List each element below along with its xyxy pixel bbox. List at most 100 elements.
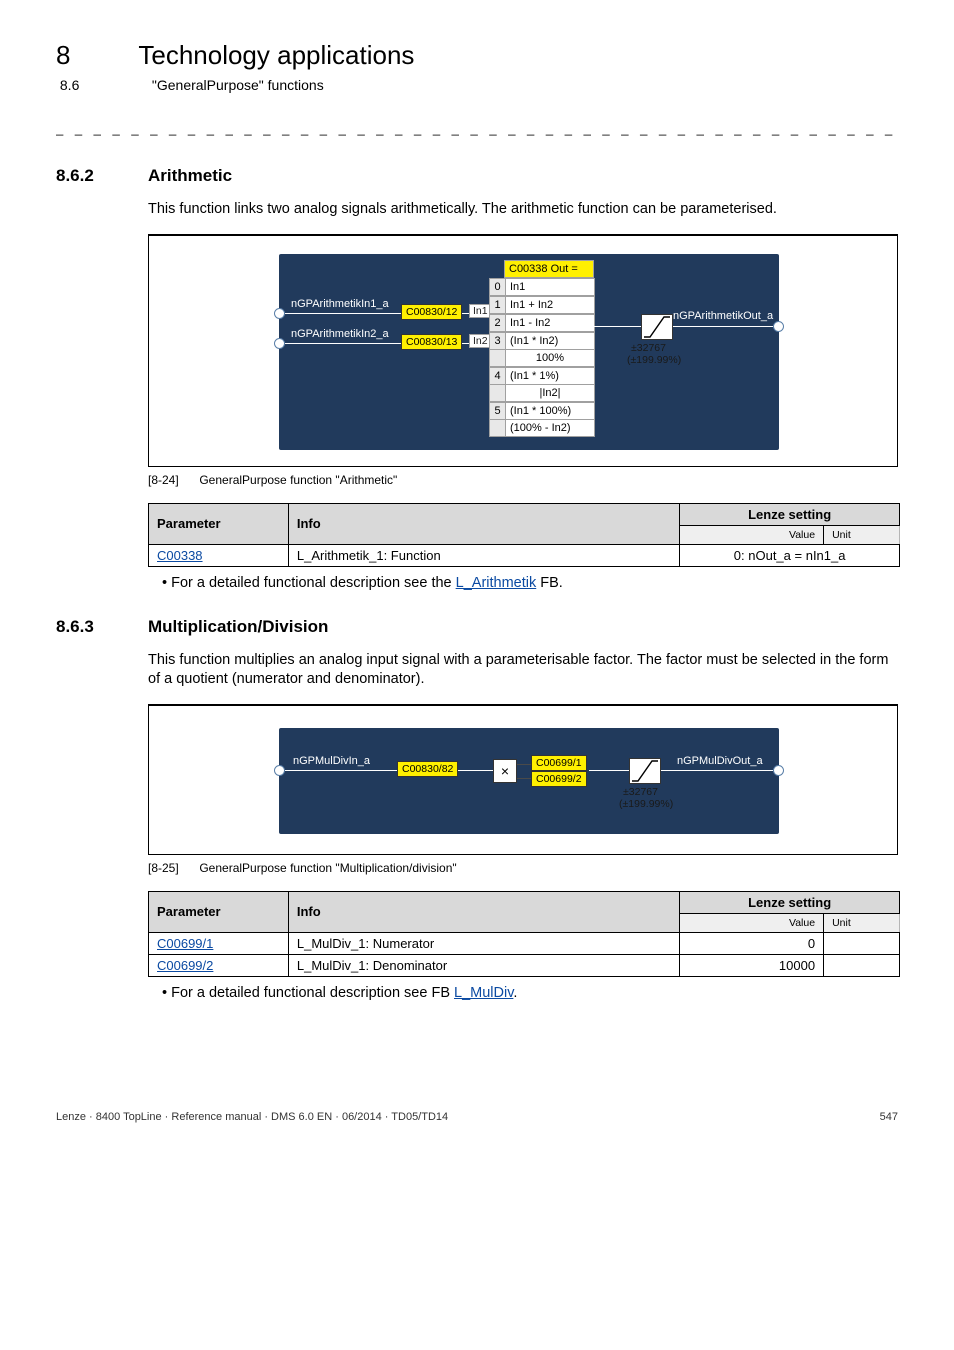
figure-caption-num: [8-25]: [148, 861, 196, 875]
param-link[interactable]: C00338: [149, 544, 289, 566]
th-parameter: Parameter: [149, 503, 289, 544]
bullet-text-post: FB.: [536, 575, 563, 591]
param-unit: [824, 954, 900, 976]
label-out: nGPMulDivOut_a: [677, 755, 763, 767]
sat-label2: (±199.99%): [619, 798, 673, 810]
port-in1: [274, 308, 285, 319]
label-in2: nGPArithmetikIn2_a: [291, 328, 389, 340]
figure-caption-num: [8-24]: [148, 473, 196, 487]
th-value: Value: [680, 913, 824, 932]
diagram-panel: nGPMulDivIn_a C00830/82 × C00699/1 C0069…: [279, 728, 779, 834]
param-link[interactable]: C00699/2: [149, 954, 289, 976]
tag-in: C00830/82: [397, 761, 458, 777]
opt-idx: 2: [489, 314, 506, 332]
param-link[interactable]: C00699/1: [149, 932, 289, 954]
th-info: Info: [288, 891, 679, 932]
opt-txt: |In2|: [506, 385, 595, 402]
intro-862: This function links two analog signals a…: [148, 200, 898, 220]
heading-num-863: 8.6.3: [56, 617, 148, 637]
opt-head-txt: Out =: [551, 263, 578, 275]
footer-left: Lenze · 8400 TopLine · Reference manual …: [56, 1111, 448, 1123]
heading-title-863: Multiplication/Division: [148, 617, 328, 636]
opt-idx: [489, 420, 506, 437]
opt-txt: 100%: [506, 350, 595, 367]
tag-in2: C00830/13: [401, 334, 462, 350]
sat-label1: ±32767: [623, 786, 658, 798]
opt-idx: [489, 385, 506, 402]
bullet-text-post: .: [513, 985, 517, 1001]
sat-label1: ±32767: [631, 342, 666, 354]
th-info: Info: [288, 503, 679, 544]
saturation-icon: [629, 758, 661, 784]
figure-arithmetic: nGPArithmetikIn1_a C00830/12 In1 nGPArit…: [148, 234, 898, 467]
tag-numerator: C00699/1: [531, 755, 587, 771]
param-info: L_Arithmetik_1: Function: [288, 544, 679, 566]
opt-txt: (100% - In2): [506, 420, 595, 437]
wire: [285, 770, 493, 771]
param-info: L_MulDiv_1: Numerator: [288, 932, 679, 954]
wire: [589, 770, 629, 771]
bullet-text-pre: For a detailed functional description se…: [171, 985, 454, 1001]
page-number: 547: [880, 1111, 898, 1123]
bullet-text-pre: For a detailed functional description se…: [171, 575, 456, 591]
wire: [673, 326, 773, 327]
port-out: [773, 765, 784, 776]
opt-idx: 0: [489, 278, 506, 296]
opt-head-tag: C00338: [509, 263, 548, 275]
th-unit: Unit: [824, 525, 900, 544]
param-value: 0: nOut_a = nIn1_a: [680, 544, 900, 566]
label-out: nGPArithmetikOut_a: [673, 310, 773, 322]
wire: [661, 770, 773, 771]
wire: [517, 778, 531, 779]
param-info: L_MulDiv_1: Denominator: [288, 954, 679, 976]
param-value: 10000: [680, 954, 824, 976]
opt-idx: 3: [489, 332, 506, 350]
opt-txt: In1: [506, 278, 595, 296]
param-unit: [824, 932, 900, 954]
param-table-862: Parameter Info Lenze setting Value Unit …: [148, 503, 900, 567]
tag-denominator: C00699/2: [531, 771, 587, 787]
figure-caption-text: GeneralPurpose function "Arithmetic": [199, 473, 397, 487]
param-value: 0: [680, 932, 824, 954]
section-title: "GeneralPurpose" functions: [152, 77, 324, 93]
th-lenze: Lenze setting: [680, 503, 900, 525]
th-lenze: Lenze setting: [680, 891, 900, 913]
opt-txt: (In1 * 1%): [506, 367, 595, 385]
options-stack: C00338 Out = 0In1 1In1 + In2 2In1 - In2 …: [489, 260, 595, 437]
saturation-icon: [641, 314, 673, 340]
opt-idx: 1: [489, 296, 506, 314]
section-number: 8.6: [60, 77, 152, 93]
label-in1: nGPArithmetikIn1_a: [291, 298, 389, 310]
opt-idx: [489, 350, 506, 367]
heading-title-862: Arithmetic: [148, 166, 232, 185]
sat-label2: (±199.99%): [627, 354, 681, 366]
th-parameter: Parameter: [149, 891, 289, 932]
opt-txt: (In1 * 100%): [506, 402, 595, 420]
heading-num-862: 8.6.2: [56, 166, 148, 186]
multiply-icon: ×: [493, 759, 517, 783]
opt-idx: 4: [489, 367, 506, 385]
port-in: [274, 765, 285, 776]
port-out: [773, 321, 784, 332]
diagram-panel: nGPArithmetikIn1_a C00830/12 In1 nGPArit…: [279, 254, 779, 450]
link-muldiv[interactable]: L_MulDiv: [454, 985, 513, 1001]
figure-muldiv: nGPMulDivIn_a C00830/82 × C00699/1 C0069…: [148, 704, 898, 855]
port-in2: [274, 338, 285, 349]
divider-dashes: _ _ _ _ _ _ _ _ _ _ _ _ _ _ _ _ _ _ _ _ …: [56, 121, 898, 136]
tag-in1: C00830/12: [401, 304, 462, 320]
opt-idx: 5: [489, 402, 506, 420]
param-table-863: Parameter Info Lenze setting Value Unit …: [148, 891, 900, 977]
chapter-title: Technology applications: [138, 40, 414, 70]
opt-txt: (In1 * In2): [506, 332, 595, 350]
label-in: nGPMulDivIn_a: [293, 755, 370, 767]
opt-txt: In1 - In2: [506, 314, 595, 332]
opt-txt: In1 + In2: [506, 296, 595, 314]
wire: [593, 326, 641, 327]
figure-caption-text: GeneralPurpose function "Multiplication/…: [199, 861, 456, 875]
th-value: Value: [680, 525, 824, 544]
wire: [517, 764, 531, 765]
intro-863: This function multiplies an analog input…: [148, 651, 898, 690]
chapter-number: 8: [56, 40, 70, 70]
link-arithmetik[interactable]: L_Arithmetik: [456, 575, 537, 591]
th-unit: Unit: [824, 913, 900, 932]
